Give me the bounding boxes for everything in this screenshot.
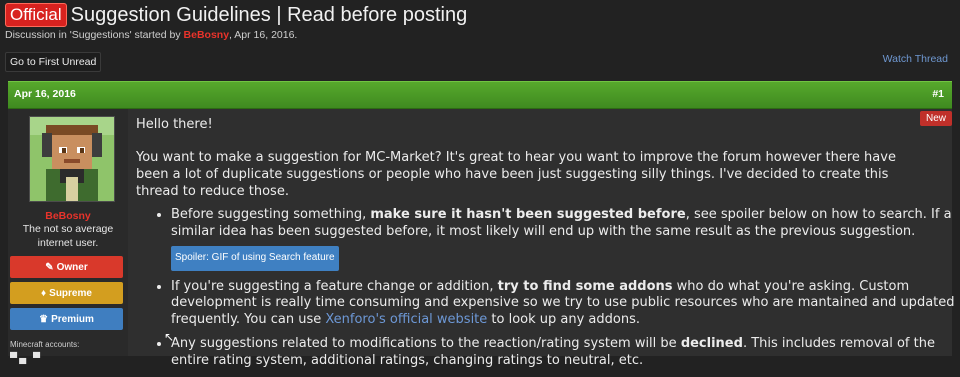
mouse-cursor-icon: ↖	[164, 330, 175, 344]
thread-meta-date: , Apr 16, 2016.	[229, 29, 298, 41]
gavel-icon: ✎	[45, 261, 54, 273]
xenforo-website-link[interactable]: Xenforo's official website	[325, 312, 487, 327]
rule-text: Any suggestions related to modifications…	[171, 336, 681, 351]
rule-emphasis: make sure it hasn't been suggested befor…	[370, 207, 686, 222]
post-permalink-number[interactable]: #1	[932, 88, 944, 100]
watch-thread-link[interactable]: Watch Thread	[883, 53, 948, 65]
rule-text: Before suggesting something,	[171, 207, 371, 222]
minecraft-account-icons[interactable]: ▀▄ ▀	[10, 353, 42, 364]
minecraft-accounts-label: Minecraft accounts:	[10, 340, 80, 349]
thread-prefix-badge[interactable]: Official	[5, 3, 67, 27]
premium-badge-label: Premium	[51, 313, 94, 325]
list-item: Any suggestions related to modifications…	[171, 336, 960, 369]
rule-emphasis: declined	[680, 336, 743, 351]
post-author-sidebar: BeBosny The not so average internet user…	[8, 109, 129, 364]
author-username[interactable]: BeBosny	[8, 210, 128, 222]
go-to-first-unread-button[interactable]: Go to First Unread	[5, 52, 102, 72]
new-post-badge: New	[919, 111, 952, 126]
avatar[interactable]	[29, 116, 115, 202]
rule-emphasis: try to find some addons	[497, 278, 673, 294]
thread-title: Suggestion Guidelines | Read before post…	[70, 4, 468, 26]
owner-badge: ✎ Owner	[10, 256, 123, 278]
spoiler-button[interactable]: Spoiler: GIF of using Search feature	[171, 246, 339, 271]
avatar-image	[30, 117, 114, 201]
post-date[interactable]: Apr 16, 2016	[14, 88, 76, 100]
diamond-icon: ♦	[41, 287, 47, 299]
premium-badge: ♛ Premium	[10, 308, 123, 330]
guidelines-list: Before suggesting something, make sure i…	[156, 207, 960, 377]
post-header-bar: Apr 16, 2016 #1	[8, 81, 952, 109]
list-item: Before suggesting something, make sure i…	[171, 207, 960, 271]
post-intro-paragraph: You want to make a suggestion for MC-Mar…	[136, 150, 896, 199]
list-item: If you're suggesting a feature change or…	[171, 279, 960, 329]
thread-title-row: Official Suggestion Guidelines | Read be…	[5, 2, 467, 28]
post-greeting: Hello there!	[136, 117, 213, 132]
supreme-badge-label: Supreme	[49, 287, 92, 299]
thread-meta-text: Discussion in 'Suggestions' started by	[5, 29, 181, 41]
author-user-title: The not so average internet user.	[22, 223, 114, 249]
rule-text: If you're suggesting a feature change or…	[171, 278, 498, 294]
thread-meta: Discussion in 'Suggestions' started by B…	[5, 29, 297, 41]
rule-text: to look up any addons.	[487, 311, 640, 327]
owner-badge-label: Owner	[56, 261, 88, 273]
supreme-badge: ♦ Supreme	[10, 282, 123, 304]
trophy-icon: ♛	[39, 313, 49, 325]
post-content: New Hello there! You want to make a sugg…	[128, 109, 955, 368]
thread-starter-link[interactable]: BeBosny	[184, 29, 230, 41]
